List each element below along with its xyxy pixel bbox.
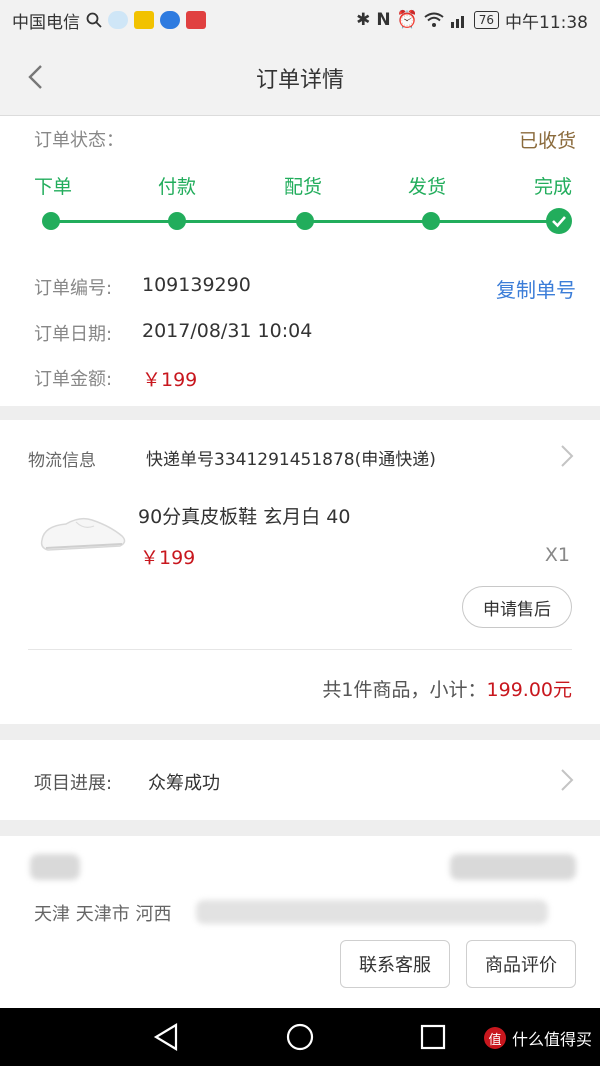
- logistics-card: 物流信息 快递单号3341291451878(申通快递) 90分真皮板鞋 玄月白…: [0, 420, 600, 724]
- weather-icon: [108, 11, 128, 29]
- order-number-label: 订单编号:: [34, 278, 113, 299]
- divider: [28, 649, 572, 650]
- app-icon: [134, 11, 154, 29]
- redacted-address: [196, 900, 548, 924]
- status-bar: 中国电信 ✱ N ⏰ 76 中午11:38: [0, 0, 600, 40]
- step-label-order: 下单: [34, 176, 73, 198]
- address-text: 天津 天津市 河西: [34, 904, 172, 925]
- order-number-value: 109139290: [142, 274, 251, 296]
- order-status-value: 已收货: [518, 130, 576, 152]
- step-label-ship: 发货: [408, 176, 447, 198]
- address-card: 天津 天津市 河西 联系客服 商品评价: [0, 836, 600, 1008]
- baidu-icon: [160, 11, 180, 29]
- signal-icon: [450, 16, 464, 28]
- top-app-bar: 订单详情: [0, 40, 600, 116]
- after-sale-button[interactable]: 申请售后: [462, 586, 572, 628]
- back-nav-icon[interactable]: [152, 1022, 182, 1052]
- watermark-text: 什么值得买: [511, 1030, 592, 1049]
- home-nav-icon[interactable]: [285, 1022, 315, 1052]
- watermark-badge: 值: [483, 1027, 506, 1049]
- watermark: 值 什么值得买: [483, 1026, 592, 1050]
- check-icon: [546, 208, 572, 234]
- progress-dot: [168, 212, 186, 230]
- project-progress-row[interactable]: 项目进展: 众筹成功: [0, 740, 600, 820]
- redacted-name: [30, 854, 80, 880]
- order-summary-card: 订单状态： 已收货 下单 付款 配货 发货 完成 订单编号: 109139290…: [0, 116, 600, 406]
- progress-dot: [296, 212, 314, 230]
- progress-dot: [422, 212, 440, 230]
- subtotal-line: 共1件商品，小计：199.00元: [322, 675, 572, 702]
- order-date-value: 2017/08/31 10:04: [142, 320, 313, 342]
- order-date-label: 订单日期:: [34, 324, 113, 345]
- subtotal-prefix: 共1件商品，小计：: [322, 679, 487, 701]
- order-amount-label: 订单金额:: [34, 369, 113, 390]
- nfc-icon: N: [376, 10, 391, 30]
- carrier-label: 中国电信: [12, 12, 80, 33]
- bluetooth-icon: ✱: [356, 10, 371, 30]
- logistics-label: 物流信息: [28, 451, 96, 471]
- product-price: ￥199: [140, 547, 196, 569]
- tracking-number[interactable]: 快递单号3341291451878(申通快递): [146, 445, 436, 470]
- project-progress-value: 众筹成功: [148, 773, 220, 794]
- clock-time: 中午11:38: [505, 12, 588, 33]
- app-icon: [186, 11, 206, 29]
- product-quantity: X1: [544, 544, 570, 566]
- redacted-phone: [450, 854, 576, 880]
- project-progress-label: 项目进展:: [34, 773, 113, 794]
- contact-service-button[interactable]: 联系客服: [340, 940, 450, 988]
- system-nav-bar: 值 什么值得买: [0, 1008, 600, 1066]
- order-amount-value: ￥199: [142, 369, 198, 391]
- product-thumbnail[interactable]: [36, 496, 132, 562]
- step-label-pick: 配货: [284, 176, 323, 198]
- product-name[interactable]: 90分真皮板鞋 玄月白 40: [138, 502, 350, 529]
- review-product-button[interactable]: 商品评价: [466, 940, 576, 988]
- search-icon: [86, 12, 102, 28]
- step-label-pay: 付款: [158, 176, 197, 198]
- wifi-icon: [424, 12, 444, 27]
- chevron-right-icon[interactable]: [560, 444, 574, 468]
- alarm-icon: ⏰: [396, 10, 418, 30]
- progress-dot: [42, 212, 60, 230]
- copy-order-number-link[interactable]: 复制单号: [496, 274, 576, 303]
- chevron-right-icon[interactable]: [560, 768, 574, 792]
- subtotal-value: 199.00元: [486, 679, 572, 701]
- page-title: 订单详情: [255, 68, 344, 93]
- battery-indicator: 76: [473, 11, 499, 29]
- recents-nav-icon[interactable]: [418, 1022, 448, 1052]
- step-label-done: 完成: [534, 176, 573, 198]
- order-status-label: 订单状态：: [34, 130, 124, 151]
